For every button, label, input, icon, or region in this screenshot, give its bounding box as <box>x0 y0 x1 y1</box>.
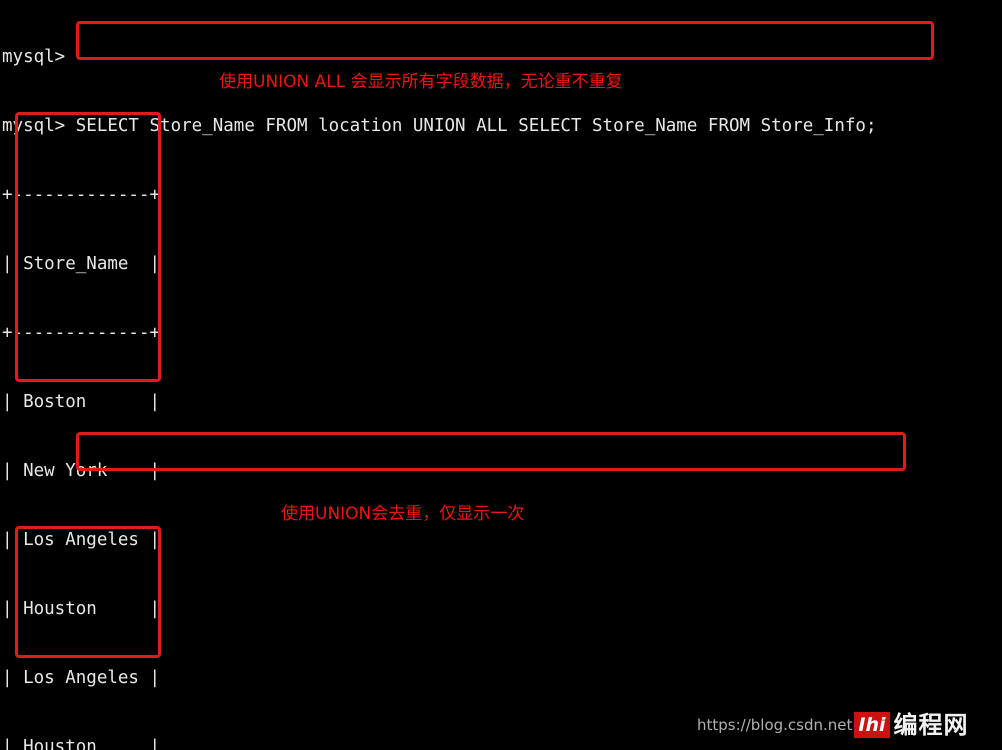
terminal-screen: mysql> mysql> SELECT Store_Name FROM loc… <box>0 0 1002 750</box>
watermark: https://blog.csdn.net Ihi 编程网 <box>697 712 969 738</box>
terminal-line: mysql> <box>2 47 66 67</box>
command-line-union-all: mysql> SELECT Store_Name FROM location U… <box>2 116 877 136</box>
watermark-site-name: 编程网 <box>893 711 969 739</box>
table-row: | Boston | <box>2 392 161 412</box>
table-row: | Houston | <box>2 599 161 619</box>
table-header-row: | Store_Name | <box>2 254 161 274</box>
watermark-url: https://blog.csdn.net <box>697 716 853 734</box>
table-row: | Los Angeles | <box>2 668 161 688</box>
table-border-top: +-------------+ <box>2 185 161 205</box>
terminal-output: mysql> mysql> SELECT Store_Name FROM loc… <box>0 0 1002 750</box>
table-border-mid: +-------------+ <box>2 323 161 343</box>
annotation-union: 使用UNION会去重，仅显示一次 <box>281 504 525 524</box>
annotation-union-all: 使用UNION ALL 会显示所有字段数据，无论重不重复 <box>219 72 623 92</box>
table-row: | Houston | <box>2 737 161 750</box>
table-row: | Los Angeles | <box>2 530 161 550</box>
watermark-logo-icon: Ihi <box>854 712 890 738</box>
table-row: | New York | <box>2 461 161 481</box>
